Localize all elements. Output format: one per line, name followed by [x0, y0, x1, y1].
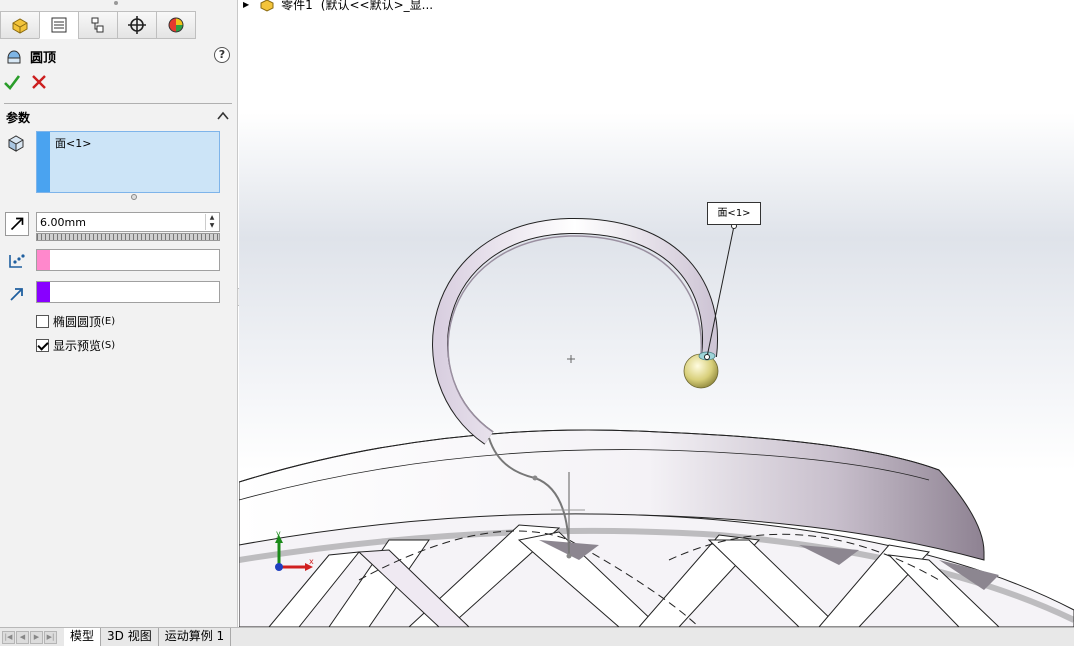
- tab-model[interactable]: 模型: [64, 628, 102, 646]
- tab-dimxpert-manager[interactable]: [117, 11, 157, 39]
- next-tab-icon[interactable]: ▶: [30, 630, 43, 644]
- tab-nav-arrows: |◀ ◀ ▶ ▶|: [0, 628, 64, 646]
- graphics-area[interactable]: y x ▶ 零件1 (默认<<默认>_显... 面<1>: [239, 0, 1074, 627]
- path-point-2: [566, 553, 572, 559]
- show-preview-label: 显示预览: [53, 339, 102, 353]
- list-resize-handle[interactable]: [131, 194, 137, 200]
- elliptical-dome-checkbox[interactable]: [36, 315, 49, 328]
- manager-tabs: [0, 11, 198, 39]
- tab-configuration-manager[interactable]: [78, 11, 118, 39]
- face-list-item[interactable]: 面<1>: [55, 135, 91, 151]
- ok-button[interactable]: [3, 73, 21, 91]
- distance-value: 6.00mm: [40, 216, 86, 229]
- distance-input[interactable]: 6.00mm ▲ ▼: [36, 212, 220, 232]
- dome-feature-icon: [7, 50, 21, 64]
- prev-tab-icon[interactable]: ◀: [16, 630, 29, 644]
- first-tab-icon[interactable]: |◀: [2, 630, 15, 644]
- purple-swatch: [37, 282, 50, 302]
- model-scene[interactable]: y x: [239, 0, 1074, 627]
- show-preview-hotkey: (S): [101, 340, 116, 351]
- constraint-point-icon: [9, 254, 25, 268]
- elliptical-dome-hotkey: (E): [101, 316, 116, 327]
- part-icon: [260, 0, 274, 12]
- property-manager-panel: 圆顶 ? 参数 面<1> 6.00mm ▲ ▼ 椭圆圆顶 (E) 显示预览 (S…: [0, 0, 238, 627]
- direction-arrow-icon: [10, 288, 23, 301]
- expand-arrow-icon[interactable]: ▶: [243, 0, 249, 9]
- face-select-icon: [8, 135, 24, 152]
- face-callout[interactable]: 面<1>: [707, 202, 761, 225]
- feature-header: 圆顶 ?: [6, 45, 232, 67]
- distance-arrow-icon: [10, 217, 24, 231]
- distance-spinner[interactable]: ▲ ▼: [205, 214, 218, 230]
- callout-leader: [706, 225, 735, 358]
- panel-grip[interactable]: [114, 1, 118, 5]
- property-list-icon: [51, 17, 67, 33]
- spin-down-icon[interactable]: ▼: [206, 222, 218, 230]
- faces-selection-box[interactable]: 面<1>: [36, 131, 220, 193]
- axis-y-label: y: [276, 529, 281, 538]
- origin-plus-icon: [567, 355, 575, 363]
- pink-swatch: [37, 250, 50, 270]
- tab-property-manager[interactable]: [39, 11, 79, 39]
- reverse-direction-button[interactable]: [5, 212, 29, 236]
- elliptical-dome-label: 椭圆圆顶: [53, 315, 102, 329]
- callout-target: [704, 354, 710, 360]
- path-point: [532, 475, 538, 481]
- parameters-group-title: 参数: [6, 111, 31, 125]
- show-preview-option[interactable]: 显示预览 (S): [36, 337, 115, 354]
- tab-feature-manager[interactable]: [0, 11, 40, 39]
- part-name[interactable]: 零件1: [281, 0, 313, 13]
- feature-tree-icon: [12, 18, 28, 34]
- tab-motion-study[interactable]: 运动算例 1: [158, 628, 232, 646]
- feature-title: 圆顶: [30, 50, 57, 66]
- handle-arc-fill: [433, 218, 717, 444]
- direction-field[interactable]: [36, 281, 220, 303]
- configuration-icon: [91, 17, 104, 33]
- axis-x-label: x: [309, 557, 314, 566]
- selection-color-bar: [37, 132, 50, 192]
- spin-up-icon[interactable]: ▲: [206, 214, 218, 222]
- help-icon[interactable]: ?: [214, 47, 230, 63]
- feature-tree-flyout[interactable]: ▶ 零件1 (默认<<默认>_显...: [243, 0, 433, 13]
- group-separator: [4, 103, 232, 104]
- part-config: (默认<<默认>_显...: [320, 0, 434, 12]
- show-preview-checkbox[interactable]: [36, 339, 49, 352]
- tab-3d-view[interactable]: 3D 视图: [101, 628, 159, 646]
- chevron-up-icon[interactable]: [216, 109, 230, 123]
- last-tab-icon[interactable]: ▶|: [44, 630, 57, 644]
- solidworks-window: 圆顶 ? 参数 面<1> 6.00mm ▲ ▼ 椭圆圆顶 (E) 显示预览 (S…: [0, 0, 1074, 646]
- tab-display-manager[interactable]: [156, 11, 196, 39]
- distance-thumbwheel[interactable]: [36, 233, 220, 241]
- crosshair-icon: [128, 16, 146, 34]
- handle-arc-inner-line: [447, 235, 703, 433]
- appearance-ball-icon: [168, 17, 184, 33]
- bottom-tab-bar: |◀ ◀ ▶ ▶| 模型 3D 视图 运动算例 1: [0, 627, 1074, 646]
- cancel-button[interactable]: [30, 73, 48, 91]
- constraint-point-field[interactable]: [36, 249, 220, 271]
- elliptical-dome-option[interactable]: 椭圆圆顶 (E): [36, 313, 115, 330]
